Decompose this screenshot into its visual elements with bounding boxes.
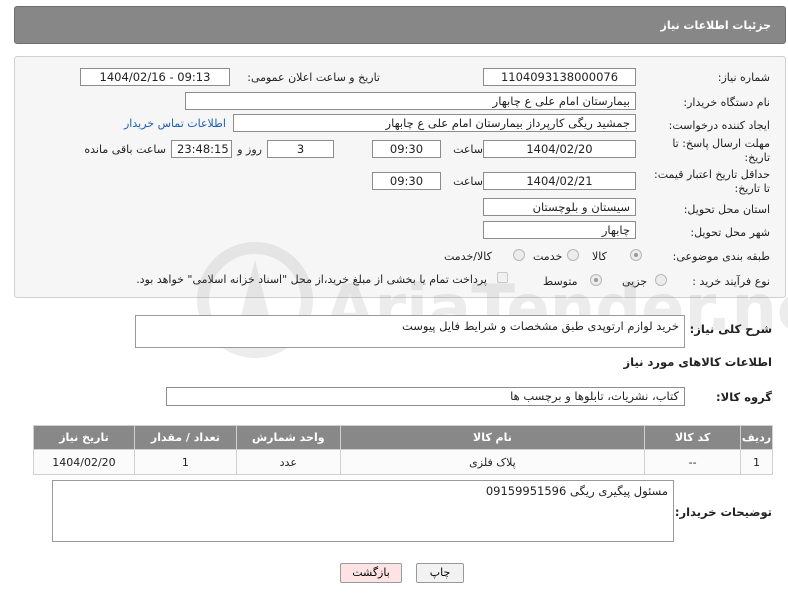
price-deadline-label-date: تا تاریخ: <box>734 182 770 195</box>
creator-label: ایجاد کننده درخواست: <box>668 119 770 132</box>
process-radio-minor[interactable] <box>655 274 667 286</box>
buyer-notes-label: توضیحات خریدار: <box>674 505 772 519</box>
price-time-label: ساعت <box>453 175 483 188</box>
need-number-label: شماره نیاز: <box>717 71 770 84</box>
reply-deadline-label: مهلت ارسال پاسخ: تا <box>672 137 770 150</box>
category-option-goods: کالا <box>592 250 607 263</box>
buyer-notes-textarea[interactable]: مسئول پیگیری ریگی 09159951596 <box>52 480 674 542</box>
city-field[interactable]: چابهار <box>483 221 636 239</box>
reply-date-field[interactable]: 1404/02/20 <box>483 140 636 158</box>
process-label: نوع فرآیند خرید : <box>692 275 770 288</box>
col-code: کد کالا <box>644 425 742 450</box>
price-deadline-label: حداقل تاریخ اعتبار قیمت: <box>654 168 770 181</box>
cell-code: -- <box>644 449 742 475</box>
category-option-goods-service: کالا/خدمت <box>444 250 492 263</box>
province-field[interactable]: سیستان و بلوچستان <box>483 198 636 216</box>
page-title: جزئیات اطلاعات نیاز <box>660 19 772 32</box>
back-button[interactable]: بازگشت <box>340 563 402 583</box>
category-radio-goods-service[interactable] <box>513 249 525 261</box>
days-field[interactable]: 3 <box>267 140 334 158</box>
table-row[interactable]: 1 -- پلاک فلزی عدد 1 1404/02/20 <box>33 449 773 475</box>
treasury-checkbox[interactable] <box>497 272 508 283</box>
cell-unit: عدد <box>235 449 341 475</box>
announce-field[interactable]: 1404/02/16 - 09:13 <box>80 68 230 86</box>
creator-field[interactable]: جمشید ریگی کارپرداز بیمارستان امام علی ع… <box>233 114 636 132</box>
category-radio-service[interactable] <box>567 249 579 261</box>
buyer-org-label: نام دستگاه خریدار: <box>683 96 770 109</box>
cell-row: 1 <box>740 449 773 475</box>
cell-qty: 1 <box>133 449 237 475</box>
price-time-field[interactable]: 09:30 <box>372 172 441 190</box>
need-number-field[interactable]: 1104093138000076 <box>483 68 636 86</box>
col-name: نام کالا <box>339 425 646 450</box>
process-radio-medium[interactable] <box>590 274 602 286</box>
buyer-org-field[interactable]: بیمارستان امام علی ع چابهار <box>185 92 636 110</box>
days-label: روز و <box>237 143 262 156</box>
buyer-contact-link[interactable]: اطلاعات تماس خریدار <box>124 117 226 130</box>
category-option-service: خدمت <box>533 250 563 263</box>
goods-group-label: گروه کالا: <box>716 390 772 404</box>
process-option-minor: جزیی <box>622 275 648 288</box>
col-unit: واحد شمارش <box>235 425 341 450</box>
goods-section-title: اطلاعات کالاهای مورد نیاز <box>623 355 772 369</box>
col-date: تاریخ نیاز <box>33 425 135 450</box>
cell-date: 1404/02/20 <box>33 449 135 475</box>
page-header: جزئیات اطلاعات نیاز <box>14 6 786 44</box>
announce-label: تاریخ و ساعت اعلان عمومی: <box>247 71 380 84</box>
category-label: طبقه بندی موضوعی: <box>672 250 770 263</box>
col-qty: تعداد / مقدار <box>133 425 237 450</box>
print-button[interactable]: چاپ <box>416 563 464 583</box>
price-date-field[interactable]: 1404/02/21 <box>483 172 636 190</box>
province-label: استان محل تحویل: <box>683 203 770 216</box>
category-radio-goods[interactable] <box>630 249 642 261</box>
payment-note: پرداخت تمام یا بخشی از مبلغ خرید،از محل … <box>136 273 487 286</box>
reply-time-field[interactable]: 09:30 <box>372 140 441 158</box>
remaining-time-field[interactable]: 23:48:15 <box>171 140 232 158</box>
cell-name: پلاک فلزی <box>339 449 646 475</box>
col-row: ردیف <box>740 425 773 450</box>
process-option-medium: متوسط <box>543 275 578 288</box>
remaining-time-label: ساعت باقی مانده <box>84 143 166 156</box>
goods-table: ردیف کد کالا نام کالا واحد شمارش تعداد /… <box>33 425 773 475</box>
reply-deadline-label-date: تاریخ: <box>744 151 770 164</box>
goods-group-field[interactable]: کتاب، نشریات، تابلوها و برچسب ها <box>166 387 685 406</box>
description-textarea[interactable]: خرید لوازم ارتوپدی طبق مشخصات و شرایط فا… <box>135 315 685 348</box>
city-label: شهر محل تحویل: <box>690 226 770 239</box>
reply-time-label: ساعت <box>453 143 483 156</box>
description-label: شرح کلی نیاز: <box>689 322 772 336</box>
goods-table-header: ردیف کد کالا نام کالا واحد شمارش تعداد /… <box>33 425 773 450</box>
